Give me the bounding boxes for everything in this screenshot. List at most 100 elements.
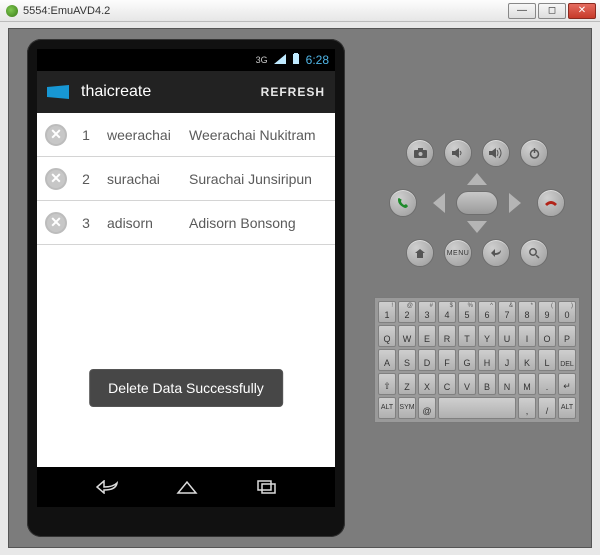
dpad (427, 175, 527, 231)
window-minimize-button[interactable]: — (508, 3, 536, 19)
list-view[interactable]: ✕ 1 weerachai Weerachai Nukitram ✕ 2 sur… (37, 113, 335, 467)
delete-icon[interactable]: ✕ (45, 168, 67, 190)
keyboard-key[interactable]: 7& (498, 301, 516, 323)
keyboard-key[interactable]: T (458, 325, 476, 347)
row-username: adisorn (107, 215, 183, 231)
hardware-button-cluster: MENU (389, 139, 565, 267)
os-window: 5554:EmuAVD4.2 — ◻ ✕ 3G (0, 0, 600, 555)
volume-down-button[interactable] (444, 139, 472, 167)
emu-home-button[interactable] (406, 239, 434, 267)
keyboard-key[interactable]: K (518, 349, 536, 371)
emu-search-button[interactable] (520, 239, 548, 267)
keyboard-key[interactable]: , (518, 397, 536, 419)
keyboard-key[interactable]: N (498, 373, 516, 395)
keyboard-key[interactable]: / (538, 397, 556, 419)
keyboard-key[interactable]: 1! (378, 301, 396, 323)
keyboard-key[interactable]: A (378, 349, 396, 371)
keyboard-key[interactable]: U (498, 325, 516, 347)
app-icon (6, 5, 18, 17)
keyboard-key[interactable]: ALT (378, 397, 396, 419)
delete-icon[interactable]: ✕ (45, 124, 67, 146)
keyboard-key[interactable]: @ (418, 397, 436, 419)
keyboard-key[interactable]: ⇧ (378, 373, 396, 395)
keyboard-key[interactable] (438, 397, 516, 419)
keyboard-key[interactable]: J (498, 349, 516, 371)
keyboard-key[interactable]: SYM (398, 397, 416, 419)
dpad-right[interactable] (509, 193, 521, 213)
keyboard-key[interactable]: DEL (558, 349, 576, 371)
android-status-bar: 3G 6:28 (37, 49, 335, 71)
dpad-left[interactable] (433, 193, 445, 213)
camera-button[interactable] (406, 139, 434, 167)
row-fullname: Surachai Junsiripun (189, 171, 327, 187)
recent-apps-icon[interactable] (257, 480, 277, 494)
keyboard-key[interactable]: F (438, 349, 456, 371)
keyboard-key[interactable]: R (438, 325, 456, 347)
keyboard-key[interactable]: I (518, 325, 536, 347)
keyboard-key[interactable]: P (558, 325, 576, 347)
keyboard-key[interactable]: M (518, 373, 536, 395)
keyboard-key[interactable]: Z (398, 373, 416, 395)
emu-back-button[interactable] (482, 239, 510, 267)
keyboard-key[interactable]: 8* (518, 301, 536, 323)
keyboard-key[interactable]: H (478, 349, 496, 371)
delete-icon[interactable]: ✕ (45, 212, 67, 234)
network-indicator: 3G (256, 55, 268, 65)
app-title: thaicreate (81, 83, 151, 101)
app-logo-icon (47, 85, 69, 99)
keyboard-key[interactable]: Y (478, 325, 496, 347)
row-id: 3 (77, 215, 95, 231)
row-username: weerachai (107, 127, 183, 143)
window-maximize-button[interactable]: ◻ (538, 3, 566, 19)
row-id: 1 (77, 127, 95, 143)
keyboard-key[interactable]: V (458, 373, 476, 395)
hardware-keyboard: 1!2@3#4$5%6^7&8*9(0) QWERTYUIOP ASDFGHJK… (374, 297, 580, 423)
row-username: surachai (107, 171, 183, 187)
row-fullname: Adisorn Bonsong (189, 215, 327, 231)
keyboard-key[interactable]: 5% (458, 301, 476, 323)
window-title: 5554:EmuAVD4.2 (23, 5, 110, 17)
home-icon[interactable] (176, 480, 198, 494)
battery-icon (292, 53, 300, 68)
keyboard-key[interactable]: L (538, 349, 556, 371)
row-fullname: Weerachai Nukitram (189, 127, 327, 143)
dpad-center[interactable] (456, 191, 498, 215)
list-item[interactable]: ✕ 3 adisorn Adisorn Bonsong (37, 201, 335, 245)
window-close-button[interactable]: ✕ (568, 3, 596, 19)
keyboard-key[interactable]: 0) (558, 301, 576, 323)
list-item[interactable]: ✕ 1 weerachai Weerachai Nukitram (37, 113, 335, 157)
list-item[interactable]: ✕ 2 surachai Surachai Junsiripun (37, 157, 335, 201)
keyboard-key[interactable]: . (538, 373, 556, 395)
keyboard-key[interactable]: D (418, 349, 436, 371)
keyboard-key[interactable]: ↵ (558, 373, 576, 395)
power-button[interactable] (520, 139, 548, 167)
keyboard-key[interactable]: S (398, 349, 416, 371)
action-bar: thaicreate REFRESH (37, 71, 335, 113)
keyboard-key[interactable]: G (458, 349, 476, 371)
keyboard-key[interactable]: Q (378, 325, 396, 347)
keyboard-key[interactable]: X (418, 373, 436, 395)
window-titlebar: 5554:EmuAVD4.2 — ◻ ✕ (0, 0, 600, 22)
call-button[interactable] (389, 189, 417, 217)
toast-message: Delete Data Successfully (89, 369, 283, 407)
keyboard-key[interactable]: B (478, 373, 496, 395)
keyboard-key[interactable]: 3# (418, 301, 436, 323)
keyboard-key[interactable]: 4$ (438, 301, 456, 323)
keyboard-key[interactable]: O (538, 325, 556, 347)
end-call-button[interactable] (537, 189, 565, 217)
dpad-up[interactable] (467, 173, 487, 185)
keyboard-key[interactable]: 9( (538, 301, 556, 323)
emulator-control-panel: MENU 1!2@3#4$5%6^7&8*9(0) QWERTYUIOP ASD… (363, 29, 591, 547)
keyboard-key[interactable]: C (438, 373, 456, 395)
keyboard-key[interactable]: E (418, 325, 436, 347)
keyboard-key[interactable]: W (398, 325, 416, 347)
volume-up-button[interactable] (482, 139, 510, 167)
keyboard-key[interactable]: 2@ (398, 301, 416, 323)
back-icon[interactable] (96, 480, 118, 494)
row-id: 2 (77, 171, 95, 187)
keyboard-key[interactable]: 6^ (478, 301, 496, 323)
emu-menu-button[interactable]: MENU (444, 239, 472, 267)
dpad-down[interactable] (467, 221, 487, 233)
keyboard-key[interactable]: ALT (558, 397, 576, 419)
refresh-button[interactable]: REFRESH (261, 85, 325, 99)
